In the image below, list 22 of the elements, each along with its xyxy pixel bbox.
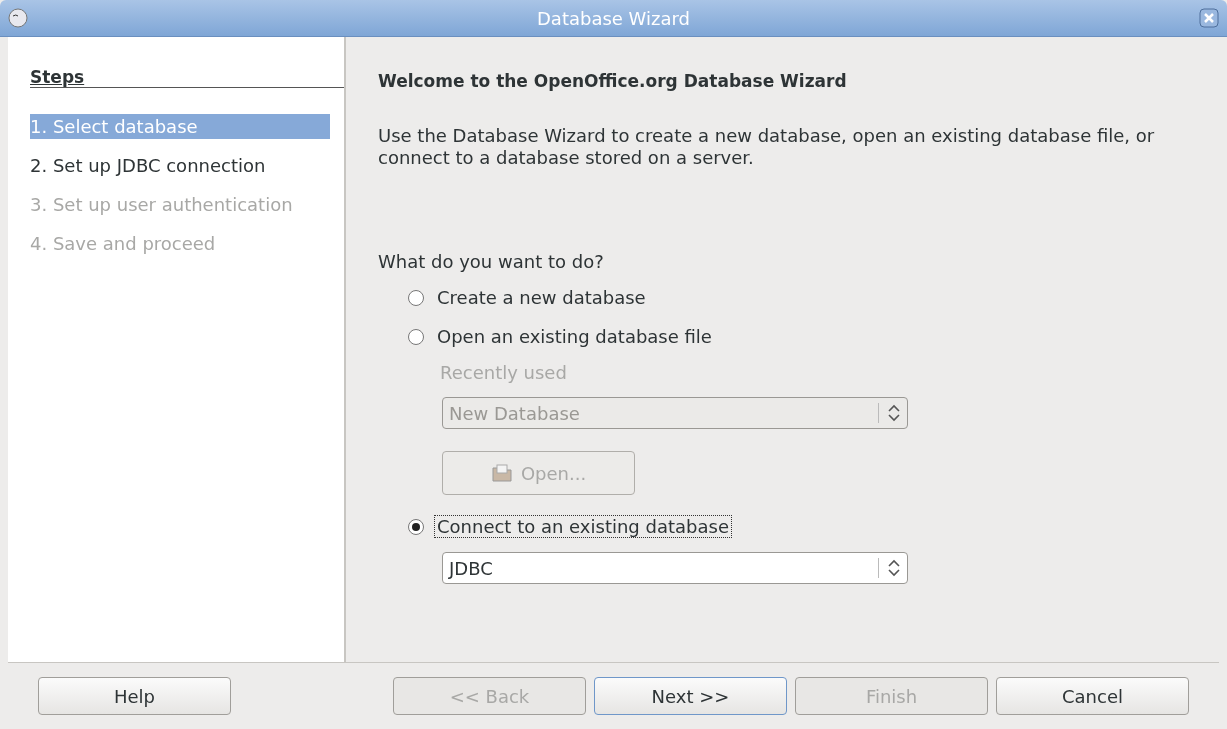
window-title: Database Wizard xyxy=(536,7,691,29)
field-label: Recently used xyxy=(440,362,568,383)
page-title: Welcome to the OpenOffice.org Database Wizard xyxy=(378,71,848,91)
option-label[interactable]: Create a new database xyxy=(434,286,649,309)
radio-button[interactable] xyxy=(408,328,424,345)
spin-arrows-icon xyxy=(878,558,901,578)
radio-button[interactable] xyxy=(408,289,424,306)
spin-arrows-icon xyxy=(878,403,901,423)
option-label[interactable]: Connect to an existing database xyxy=(434,515,732,538)
question-text: What do you want to do? xyxy=(378,251,605,272)
step-item[interactable]: 2. Set up JDBC connection xyxy=(30,153,330,178)
dialog-button[interactable]: Cancel xyxy=(996,677,1189,715)
radio-button[interactable] xyxy=(408,518,424,535)
option-label[interactable]: Open an existing database file xyxy=(434,325,715,348)
dropdown[interactable]: JDBC xyxy=(442,552,908,584)
description-text: Use the Database Wizard to create a new database, open an existing database file, or connect to a database stored on a server. xyxy=(378,125,1156,169)
folder-icon xyxy=(490,463,513,483)
steps-heading: Steps xyxy=(30,67,344,88)
dialog-button[interactable]: Help xyxy=(38,677,231,715)
dialog-button[interactable]: Next >> xyxy=(594,677,787,715)
close-icon[interactable] xyxy=(1199,8,1219,28)
app-icon[interactable] xyxy=(8,8,28,28)
